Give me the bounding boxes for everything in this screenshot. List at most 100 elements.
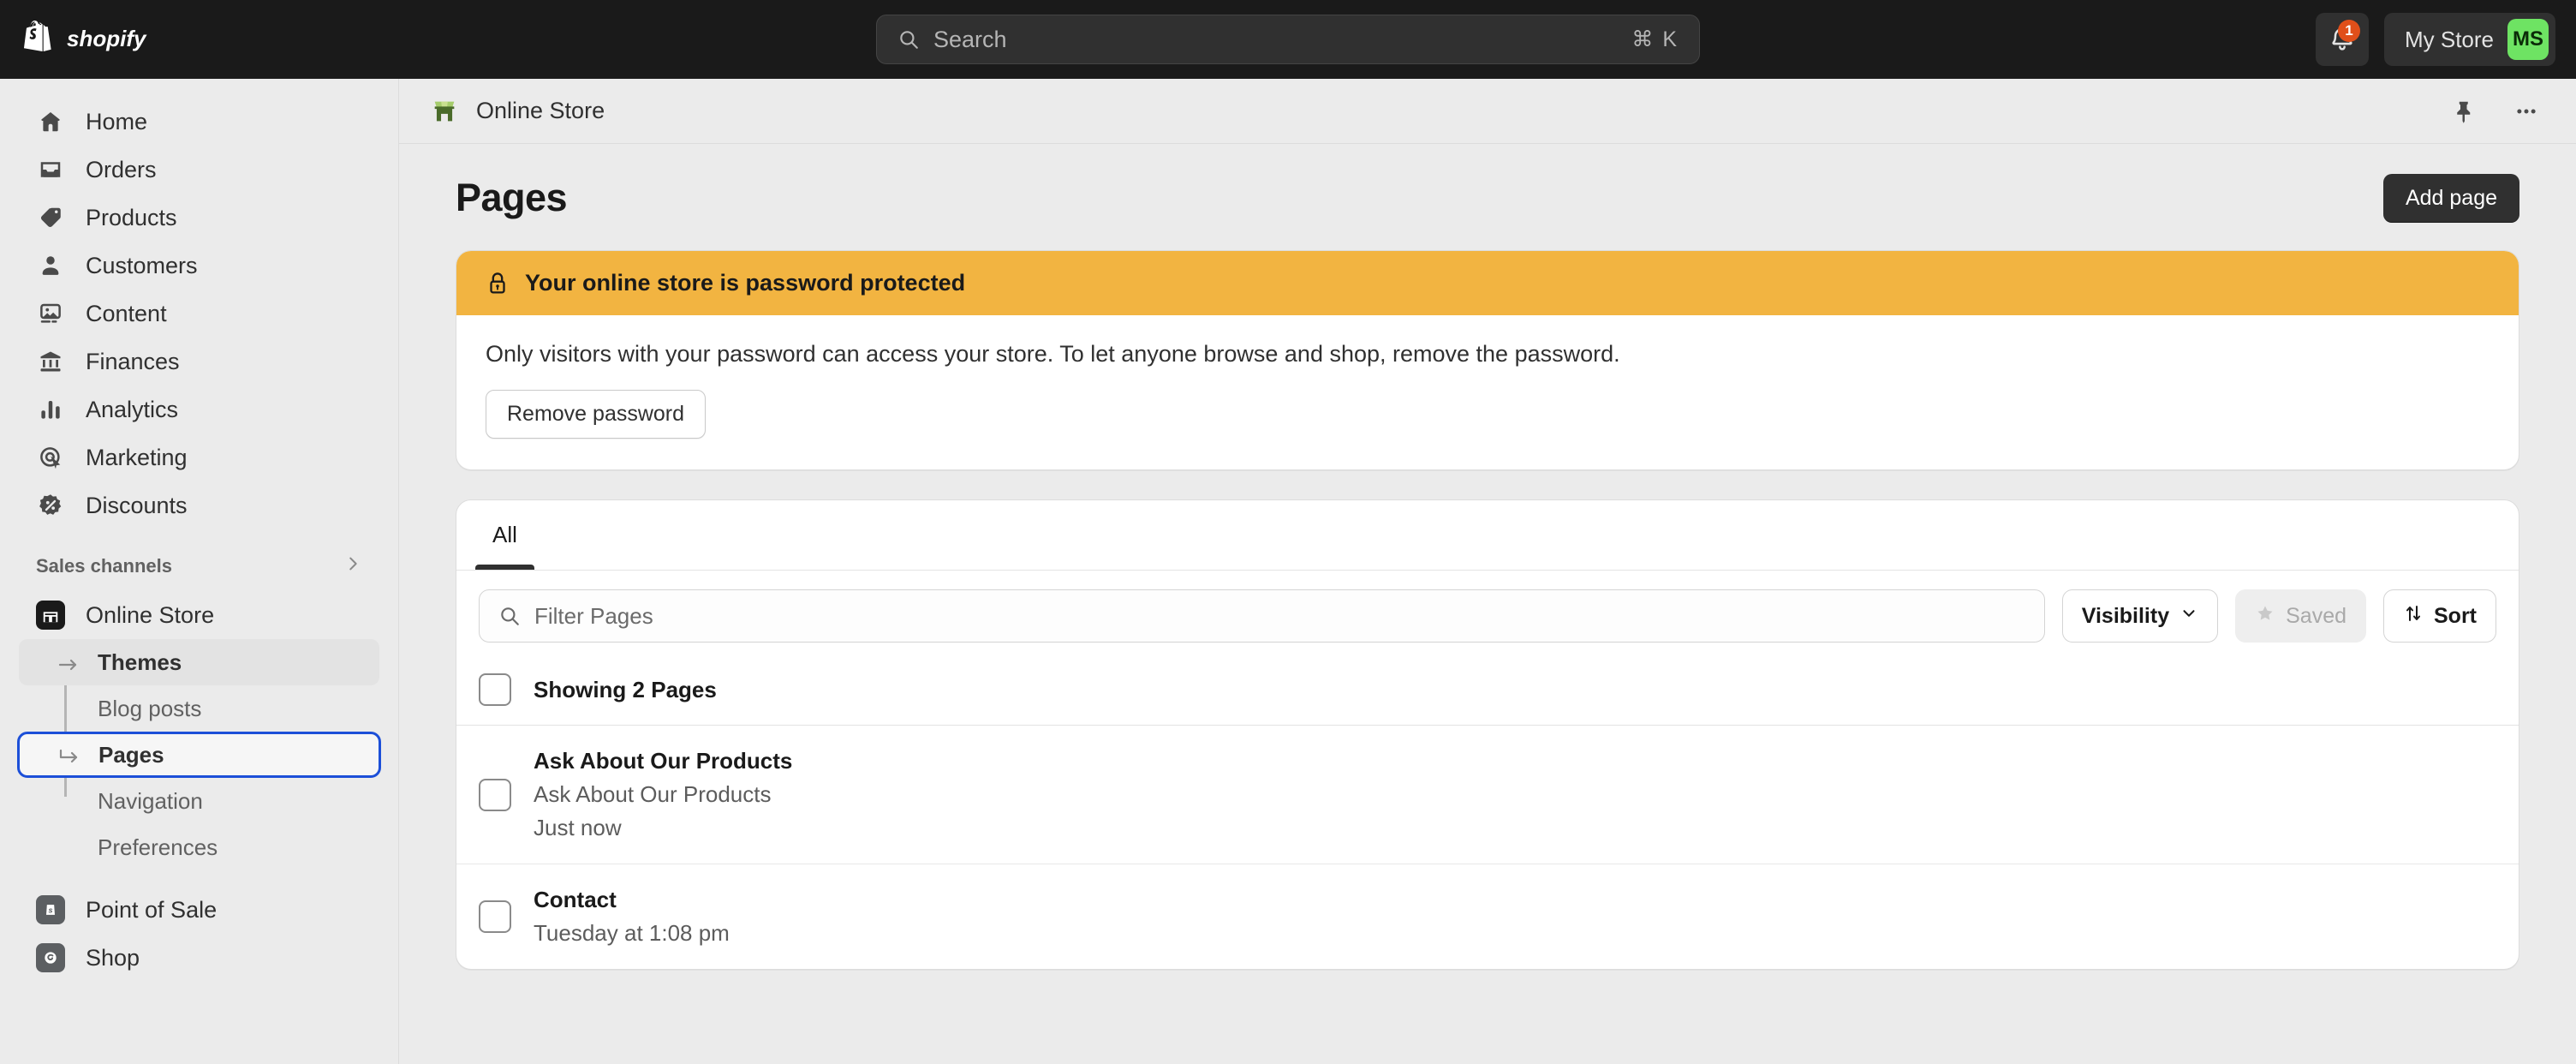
sidebar-item-online-store[interactable]: Online Store [19, 591, 379, 639]
list-header-row: Showing 2 Pages [456, 661, 2519, 726]
shop-icon [36, 943, 65, 972]
sidebar-item-label: Finances [86, 349, 180, 375]
sidebar-item-finances[interactable]: Finances [19, 338, 379, 386]
row-timestamp: Tuesday at 1:08 pm [534, 920, 730, 947]
sidebar-item-products[interactable]: Products [19, 194, 379, 242]
sidebar-item-discounts[interactable]: Discounts [19, 481, 379, 529]
store-menu-button[interactable]: My Store MS [2384, 13, 2555, 66]
sidebar-item-label: Preferences [98, 834, 218, 861]
row-title: Contact [534, 887, 730, 913]
person-icon [36, 251, 65, 280]
filter-placeholder: Filter Pages [534, 603, 653, 630]
sidebar-item-content[interactable]: Content [19, 290, 379, 338]
shopify-logo[interactable]: shopify [21, 21, 397, 58]
image-icon [36, 299, 65, 328]
sidebar-item-marketing[interactable]: Marketing [19, 433, 379, 481]
star-icon [2255, 603, 2275, 630]
tab-all[interactable]: All [475, 500, 534, 570]
sidebar-item-label: Point of Sale [86, 897, 217, 924]
table-row[interactable]: Ask About Our Products Ask About Our Pro… [456, 726, 2519, 864]
sidebar-item-label: Home [86, 109, 147, 135]
sidebar-item-label: Marketing [86, 445, 188, 471]
sort-button[interactable]: Sort [2383, 589, 2496, 643]
sidebar-item-blog-posts[interactable]: Blog posts [19, 685, 379, 732]
sidebar-item-label: Themes [98, 649, 182, 676]
table-row[interactable]: Contact Tuesday at 1:08 pm [456, 864, 2519, 969]
saved-label: Saved [2286, 604, 2346, 629]
sort-label: Sort [2434, 604, 2477, 629]
tab-label: All [492, 522, 517, 548]
page-topline-actions [2446, 93, 2545, 130]
sidebar-item-navigation[interactable]: Navigation [19, 778, 379, 824]
banner-body: Only visitors with your password can acc… [456, 315, 2519, 469]
sidebar: Home Orders Products Customers [0, 79, 399, 1064]
banner-header: Your online store is password protected [456, 251, 2519, 315]
sidebar-item-customers[interactable]: Customers [19, 242, 379, 290]
shopify-bag-icon [21, 21, 55, 58]
remove-password-button[interactable]: Remove password [486, 390, 706, 439]
sidebar-item-label: Blog posts [98, 696, 201, 722]
sidebar-item-label: Online Store [86, 602, 214, 629]
sidebar-item-shop[interactable]: Shop [19, 934, 379, 982]
sidebar-item-preferences[interactable]: Preferences [19, 824, 379, 870]
sidebar-item-label: Pages [98, 742, 164, 768]
bank-icon [36, 347, 65, 376]
chevron-right-icon [343, 554, 362, 578]
orders-icon [36, 155, 65, 184]
arrow-right-icon [57, 653, 82, 672]
topbar-right-actions: 1 My Store MS [2316, 13, 2555, 66]
lock-icon [486, 271, 510, 296]
search-shortcut: ⌘ K [1631, 27, 1679, 52]
svg-text:shopify: shopify [67, 27, 147, 51]
avatar: MS [2507, 19, 2549, 60]
storefront-color-icon [430, 97, 459, 126]
notifications-button[interactable]: 1 [2316, 13, 2369, 66]
visibility-filter-button[interactable]: Visibility [2062, 589, 2218, 643]
filter-pages-input[interactable]: Filter Pages [479, 589, 2045, 643]
sidebar-item-point-of-sale[interactable]: s Point of Sale [19, 886, 379, 934]
more-horizontal-icon[interactable] [2507, 93, 2545, 130]
row-subtitle: Ask About Our Products [534, 781, 792, 808]
sidebar-item-orders[interactable]: Orders [19, 146, 379, 194]
row-content: Ask About Our Products Ask About Our Pro… [534, 748, 792, 841]
row-checkbox[interactable] [479, 779, 511, 811]
pin-icon[interactable] [2446, 93, 2484, 130]
page-title: Pages [456, 176, 567, 220]
shopify-wordmark-icon: shopify [67, 27, 170, 52]
sidebar-section-sales-channels[interactable]: Sales channels [19, 541, 379, 591]
app-body: Home Orders Products Customers [0, 79, 2576, 1064]
sidebar-item-home[interactable]: Home [19, 98, 379, 146]
sidebar-item-analytics[interactable]: Analytics [19, 386, 379, 433]
sidebar-item-label: Customers [86, 253, 198, 279]
sidebar-item-themes[interactable]: Themes [19, 639, 379, 685]
page-topline: Online Store [399, 79, 2576, 144]
page-content: Pages Add page Your online store is pass… [399, 144, 2576, 1064]
row-checkbox[interactable] [479, 900, 511, 933]
sidebar-section-label: Sales channels [36, 555, 172, 577]
add-page-button[interactable]: Add page [2383, 174, 2519, 223]
sidebar-subnav: Themes Blog posts Pages Navigation [19, 639, 379, 870]
sidebar-item-label: Analytics [86, 397, 178, 423]
page-header: Pages Add page [456, 168, 2519, 228]
search-icon [897, 28, 920, 51]
sidebar-item-label: Shop [86, 945, 140, 971]
discount-icon [36, 491, 65, 520]
password-protected-banner: Your online store is password protected … [456, 250, 2519, 470]
showing-count-label: Showing 2 Pages [534, 677, 717, 703]
select-all-checkbox[interactable] [479, 673, 511, 706]
row-title: Ask About Our Products [534, 748, 792, 774]
search-placeholder: Search [933, 27, 1618, 53]
row-content: Contact Tuesday at 1:08 pm [534, 887, 730, 947]
main-panel: Online Store Pages Add page [399, 79, 2576, 1064]
banner-description: Only visitors with your password can acc… [486, 341, 2490, 368]
saved-views-button[interactable]: Saved [2235, 589, 2366, 643]
target-icon [36, 443, 65, 472]
store-name-label: My Store [2405, 27, 2494, 53]
svg-text:s: s [48, 906, 52, 914]
sidebar-item-label: Content [86, 301, 167, 327]
global-search[interactable]: Search ⌘ K [876, 15, 1700, 64]
sidebar-item-pages[interactable]: Pages [17, 732, 381, 778]
sort-arrows-icon [2403, 603, 2424, 630]
search-input[interactable]: Search ⌘ K [876, 15, 1700, 64]
tab-bar: All [456, 500, 2519, 571]
